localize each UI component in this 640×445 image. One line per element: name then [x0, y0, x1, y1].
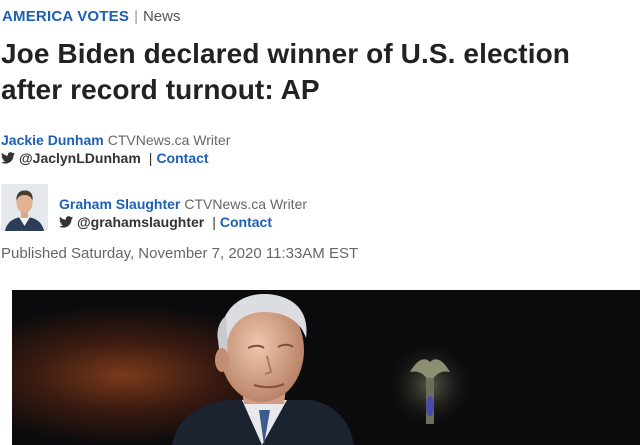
- section-link-america-votes[interactable]: AMERICA VOTES: [2, 8, 129, 25]
- twitter-icon: [59, 216, 73, 228]
- section-link-news[interactable]: News: [143, 8, 181, 25]
- byline-separator: |: [148, 150, 153, 166]
- twitter-handle-link[interactable]: @grahamslaughter: [77, 214, 204, 230]
- author-role: CTVNews.ca Writer: [184, 196, 308, 212]
- twitter-icon: [1, 152, 15, 164]
- author-byline-2: Graham Slaughter CTVNews.ca Writer: [59, 195, 307, 214]
- section-label: AMERICA VOTES | News: [2, 8, 180, 26]
- author-role: CTVNews.ca Writer: [107, 132, 231, 148]
- author-name-link[interactable]: Jackie Dunham: [1, 132, 104, 148]
- author-name-link[interactable]: Graham Slaughter: [59, 196, 180, 212]
- author-byline-1: Jackie Dunham CTVNews.ca Writer: [1, 131, 230, 150]
- author-avatar[interactable]: [1, 184, 48, 231]
- author-social-1: @JaclynLDunham | Contact: [1, 149, 209, 167]
- byline-separator: |: [212, 214, 216, 230]
- published-timestamp: Published Saturday, November 7, 2020 11:…: [1, 245, 359, 262]
- author-social-2: @grahamslaughter | Contact: [59, 213, 272, 231]
- article-hero-image[interactable]: [12, 290, 640, 445]
- article-headline: Joe Biden declared winner of U.S. electi…: [1, 38, 570, 105]
- twitter-handle-link[interactable]: @JaclynLDunham: [19, 150, 141, 166]
- section-separator: |: [134, 8, 138, 25]
- contact-link[interactable]: Contact: [156, 150, 208, 166]
- contact-link[interactable]: Contact: [220, 214, 272, 230]
